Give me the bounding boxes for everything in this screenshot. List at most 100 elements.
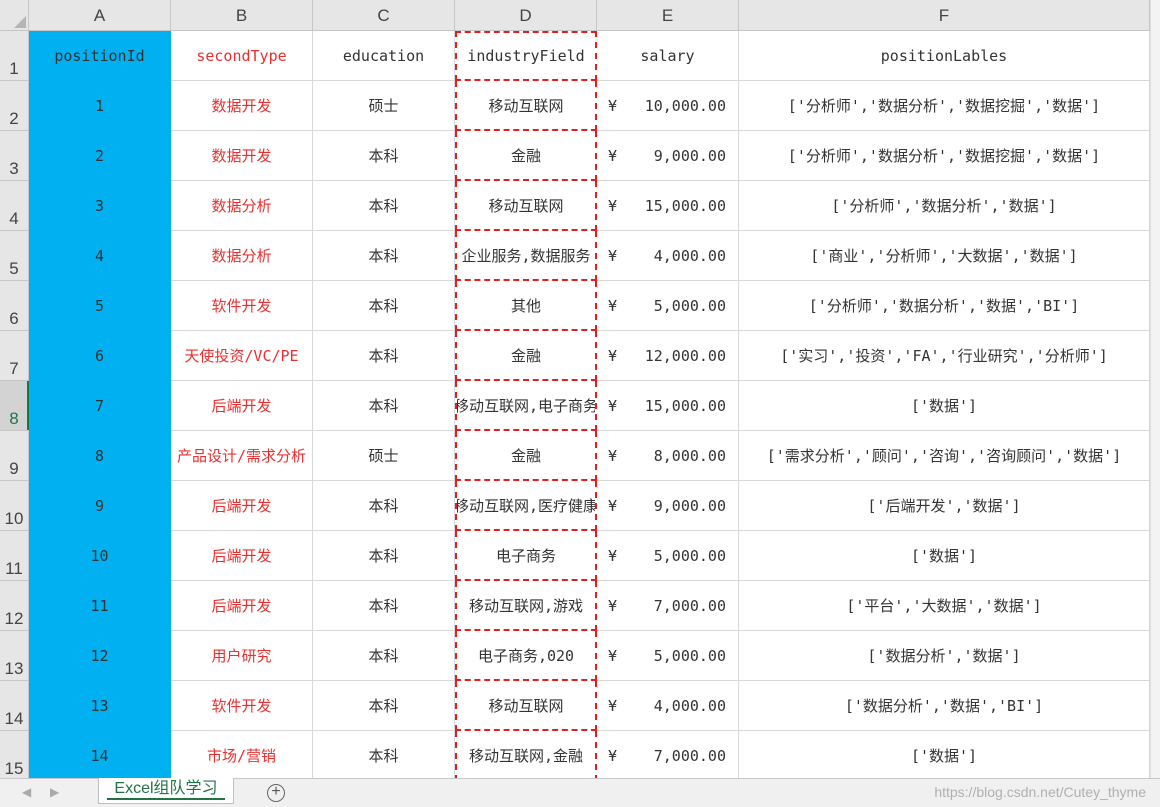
cell-salary[interactable]: ¥12,000.00 — [597, 331, 739, 381]
cell-industryfield[interactable]: 其他 — [455, 281, 597, 331]
cell-positionid[interactable]: 3 — [29, 181, 171, 231]
cell-industryfield[interactable]: 电子商务 — [455, 531, 597, 581]
cell-salary[interactable]: ¥7,000.00 — [597, 731, 739, 778]
column-header-b[interactable]: B — [171, 0, 313, 31]
cell-education[interactable]: 本科 — [313, 531, 455, 581]
cell-industryfield[interactable]: 移动互联网 — [455, 181, 597, 231]
cell-industryfield[interactable]: 企业服务,数据服务 — [455, 231, 597, 281]
cell-secondtype[interactable]: 后端开发 — [171, 531, 313, 581]
cell-salary[interactable]: salary — [597, 31, 739, 81]
select-all-corner[interactable] — [0, 0, 29, 31]
cell-salary[interactable]: ¥15,000.00 — [597, 181, 739, 231]
cell-salary[interactable]: ¥15,000.00 — [597, 381, 739, 431]
cell-secondtype[interactable]: 数据分析 — [171, 231, 313, 281]
cell-positionid[interactable]: 13 — [29, 681, 171, 731]
cell-industryfield[interactable]: 金融 — [455, 331, 597, 381]
cell-industryfield[interactable]: 移动互联网,电子商务 — [455, 381, 597, 431]
row-header[interactable]: 12 — [0, 581, 29, 631]
row-header[interactable]: 7 — [0, 331, 29, 381]
cell-positionlables[interactable]: ['分析师','数据分析','数据'] — [739, 181, 1150, 231]
cell-education[interactable]: 本科 — [313, 731, 455, 778]
spreadsheet-grid[interactable]: A B C D E F 1 positionId secondType education indu… — [0, 0, 1160, 778]
cell-industryfield[interactable]: 移动互联网,医疗健康 — [455, 481, 597, 531]
cell-positionid[interactable]: 5 — [29, 281, 171, 331]
cell-positionlables[interactable]: ['分析师','数据分析','数据挖掘','数据'] — [739, 131, 1150, 181]
row-header[interactable]: 13 — [0, 631, 29, 681]
cell-positionid[interactable]: 6 — [29, 331, 171, 381]
cell-positionid[interactable]: 1 — [29, 81, 171, 131]
cell-positionid[interactable]: 9 — [29, 481, 171, 531]
cell-industryfield[interactable]: 移动互联网,金融 — [455, 731, 597, 778]
cell-positionlables[interactable]: ['商业','分析师','大数据','数据'] — [739, 231, 1150, 281]
cell-secondtype[interactable]: 后端开发 — [171, 481, 313, 531]
sheet-tab-active[interactable]: Excel组队学习 — [98, 778, 234, 804]
cell-education[interactable]: 本科 — [313, 681, 455, 731]
cell-education[interactable]: 硕士 — [313, 81, 455, 131]
cell-education[interactable]: 本科 — [313, 381, 455, 431]
cell-education[interactable]: 本科 — [313, 581, 455, 631]
row-header[interactable]: 10 — [0, 481, 29, 531]
cell-industryfield[interactable]: 移动互联网 — [455, 81, 597, 131]
cell-secondtype[interactable]: 软件开发 — [171, 681, 313, 731]
cell-salary[interactable]: ¥9,000.00 — [597, 131, 739, 181]
cell-salary[interactable]: ¥4,000.00 — [597, 681, 739, 731]
cell-salary[interactable]: ¥4,000.00 — [597, 231, 739, 281]
cell-positionlables[interactable]: ['数据分析','数据','BI'] — [739, 681, 1150, 731]
cell-industryfield[interactable]: 移动互联网 — [455, 681, 597, 731]
row-header[interactable]: 11 — [0, 531, 29, 581]
triangle-right-icon[interactable]: ▶ — [50, 785, 59, 799]
cell-positionid[interactable]: 2 — [29, 131, 171, 181]
row-header[interactable]: 1 — [0, 31, 29, 81]
plus-circle-icon[interactable]: + — [267, 784, 285, 802]
cell-education[interactable]: education — [313, 31, 455, 81]
cell-secondtype[interactable]: 数据开发 — [171, 131, 313, 181]
column-header-c[interactable]: C — [313, 0, 455, 31]
cell-salary[interactable]: ¥9,000.00 — [597, 481, 739, 531]
cell-secondtype[interactable]: 产品设计/需求分析 — [171, 431, 313, 481]
cell-secondtype[interactable]: 软件开发 — [171, 281, 313, 331]
cell-positionlables[interactable]: ['数据'] — [739, 531, 1150, 581]
cell-industryfield[interactable]: 电子商务,020 — [455, 631, 597, 681]
cell-positionlables[interactable]: ['数据分析','数据'] — [739, 631, 1150, 681]
cell-positionid[interactable]: 12 — [29, 631, 171, 681]
cell-industryfield[interactable]: industryField — [455, 31, 597, 81]
cell-salary[interactable]: ¥8,000.00 — [597, 431, 739, 481]
cell-industryfield[interactable]: 金融 — [455, 131, 597, 181]
cell-industryfield[interactable]: 移动互联网,游戏 — [455, 581, 597, 631]
cell-salary[interactable]: ¥5,000.00 — [597, 281, 739, 331]
cell-positionlables[interactable]: ['后端开发','数据'] — [739, 481, 1150, 531]
cell-positionlables[interactable]: ['分析师','数据分析','数据挖掘','数据'] — [739, 81, 1150, 131]
row-header[interactable]: 2 — [0, 81, 29, 131]
cell-positionid[interactable]: positionId — [29, 31, 171, 81]
row-header[interactable]: 14 — [0, 681, 29, 731]
cell-positionlables[interactable]: ['平台','大数据','数据'] — [739, 581, 1150, 631]
cell-education[interactable]: 本科 — [313, 231, 455, 281]
cell-positionid[interactable]: 14 — [29, 731, 171, 778]
cell-positionid[interactable]: 7 — [29, 381, 171, 431]
cell-positionlables[interactable]: ['数据'] — [739, 731, 1150, 778]
cell-secondtype[interactable]: 市场/营销 — [171, 731, 313, 778]
cell-education[interactable]: 本科 — [313, 481, 455, 531]
triangle-left-icon[interactable]: ◀ — [22, 785, 31, 799]
cell-education[interactable]: 本科 — [313, 131, 455, 181]
cell-salary[interactable]: ¥5,000.00 — [597, 531, 739, 581]
cell-education[interactable]: 硕士 — [313, 431, 455, 481]
cell-positionlables[interactable]: ['需求分析','顾问','咨询','咨询顾问','数据'] — [739, 431, 1150, 481]
row-header[interactable]: 3 — [0, 131, 29, 181]
row-header[interactable]: 15 — [0, 731, 29, 778]
cell-secondtype[interactable]: 天使投资/VC/PE — [171, 331, 313, 381]
cell-education[interactable]: 本科 — [313, 181, 455, 231]
cell-positionid[interactable]: 11 — [29, 581, 171, 631]
cell-positionlables[interactable]: ['数据'] — [739, 381, 1150, 431]
row-header[interactable]: 9 — [0, 431, 29, 481]
cell-positionid[interactable]: 10 — [29, 531, 171, 581]
cell-secondtype[interactable]: 后端开发 — [171, 381, 313, 431]
cell-positionlables[interactable]: ['实习','投资','FA','行业研究','分析师'] — [739, 331, 1150, 381]
cell-education[interactable]: 本科 — [313, 281, 455, 331]
cell-secondtype[interactable]: 数据分析 — [171, 181, 313, 231]
cell-industryfield[interactable]: 金融 — [455, 431, 597, 481]
column-header-a[interactable]: A — [29, 0, 171, 31]
cell-secondtype[interactable]: secondType — [171, 31, 313, 81]
cell-secondtype[interactable]: 数据开发 — [171, 81, 313, 131]
cell-salary[interactable]: ¥5,000.00 — [597, 631, 739, 681]
